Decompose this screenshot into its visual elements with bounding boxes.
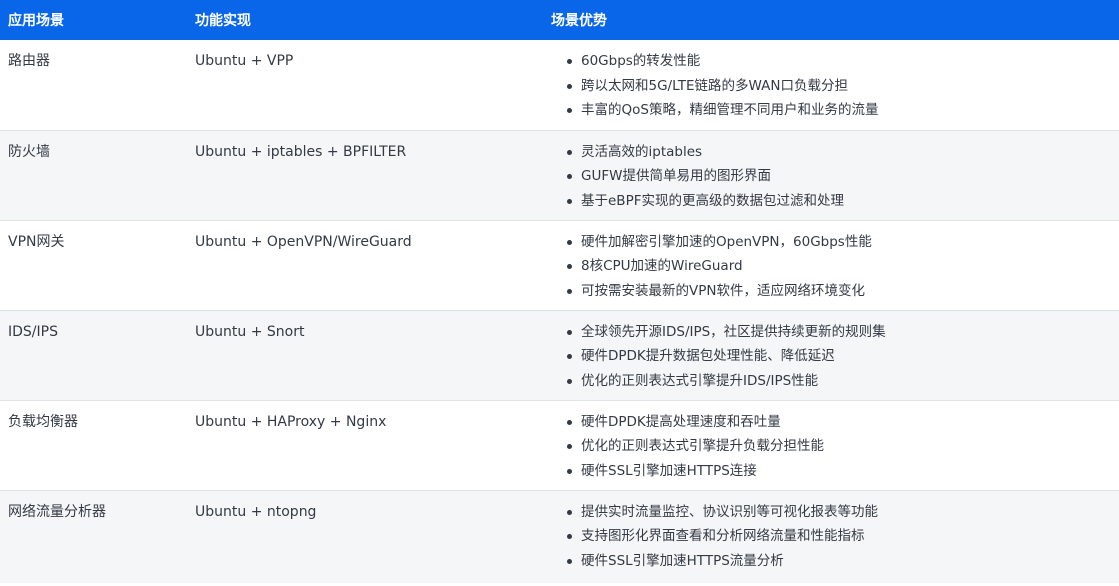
advantages-list: 60Gbps的转发性能 跨以太网和5G/LTE链路的多WAN口负载分担 丰富的Q… [563,52,1119,119]
scenario-cell: 防火墙 [8,143,50,160]
list-item: 硬件DPDK提高处理速度和吞吐量 [567,413,1119,431]
implementation-cell: Ubuntu + OpenVPN/WireGuard [195,233,412,250]
advantages-list: 硬件加解密引擎加速的OpenVPN，60Gbps性能 8核CPU加速的WireG… [563,233,1119,300]
advantages-list: 灵活高效的iptables GUFW提供简单易用的图形界面 基于eBPF实现的更… [563,143,1119,210]
bullet-icon [567,149,572,155]
bullet-icon [567,354,572,359]
table-row: VPN网关 Ubuntu + OpenVPN/WireGuard 硬件加解密引擎… [0,220,1119,310]
bullet-icon [567,83,572,89]
bullet-icon [567,288,572,294]
bullet-icon [567,108,572,113]
list-item: 硬件SSL引擎加速HTTPS流量分析 [567,552,1119,570]
list-item: 硬件加解密引擎加速的OpenVPN，60Gbps性能 [567,233,1119,251]
list-item: 可按需安装最新的VPN软件，适应网络环境变化 [567,282,1119,300]
header-scenario: 应用场景 [8,13,64,29]
implementation-cell: Ubuntu + ntopng [195,503,317,520]
table-row: 路由器 Ubuntu + VPP 60Gbps的转发性能 跨以太网和5G/LTE… [0,40,1119,130]
header-advantages: 场景优势 [551,13,607,29]
advantages-cell: 灵活高效的iptables GUFW提供简单易用的图形界面 基于eBPF实现的更… [543,130,1119,220]
list-item: 60Gbps的转发性能 [567,52,1119,70]
bullet-icon [567,378,572,384]
advantages-cell: 全球领先开源IDS/IPS，社区提供持续更新的规则集 硬件DPDK提升数据包处理… [543,310,1119,400]
bullet-icon [567,444,572,449]
scenario-cell: 路由器 [8,53,50,69]
list-item: 优化的正则表达式引擎提升IDS/IPS性能 [567,372,1119,390]
bullet-icon [567,174,572,179]
list-item: 优化的正则表达式引擎提升负载分担性能 [567,437,1119,455]
list-item: 灵活高效的iptables [567,143,1119,161]
bullet-icon [567,419,572,425]
list-item: GUFW提供简单易用的图形界面 [567,167,1119,185]
scenario-cell: IDS/IPS [8,323,58,340]
list-item: 硬件SSL引擎加速HTTPS连接 [567,462,1119,480]
table-row: 负载均衡器 Ubuntu + HAProxy + Nginx 硬件DPDK提高处… [0,400,1119,490]
list-item: 8核CPU加速的WireGuard [567,257,1119,275]
bullet-icon [567,534,572,539]
advantages-list: 硬件DPDK提高处理速度和吞吐量 优化的正则表达式引擎提升负载分担性能 硬件SS… [563,413,1119,480]
list-item: 硬件DPDK提升数据包处理性能、降低延迟 [567,347,1119,365]
list-item: 基于eBPF实现的更高级的数据包过滤和处理 [567,192,1119,210]
bullet-icon [567,198,572,204]
table-row: 防火墙 Ubuntu + iptables + BPFILTER 灵活高效的ip… [0,130,1119,220]
advantages-list: 全球领先开源IDS/IPS，社区提供持续更新的规则集 硬件DPDK提升数据包处理… [563,323,1119,390]
advantages-cell: 60Gbps的转发性能 跨以太网和5G/LTE链路的多WAN口负载分担 丰富的Q… [543,40,1119,130]
advantages-cell: 硬件DPDK提高处理速度和吞吐量 优化的正则表达式引擎提升负载分担性能 硬件SS… [543,400,1119,490]
implementation-cell: Ubuntu + VPP [195,53,294,69]
table-header: 应用场景 功能实现 场景优势 [0,0,1119,40]
advantages-cell: 硬件加解密引擎加速的OpenVPN，60Gbps性能 8核CPU加速的WireG… [543,220,1119,310]
header-implementation: 功能实现 [195,13,251,29]
bullet-icon [567,509,572,515]
implementation-cell: Ubuntu + HAProxy + Nginx [195,413,387,430]
table-row: IDS/IPS Ubuntu + Snort 全球领先开源IDS/IPS，社区提… [0,310,1119,400]
scenario-table: 应用场景 功能实现 场景优势 路由器 Ubuntu + VPP 60Gbps的转… [0,0,1119,583]
list-item: 跨以太网和5G/LTE链路的多WAN口负载分担 [567,77,1119,95]
scenario-cell: 负载均衡器 [8,413,78,430]
bullet-icon [567,329,572,335]
implementation-cell: Ubuntu + iptables + BPFILTER [195,143,407,160]
bullet-icon [567,239,572,245]
bullet-icon [567,59,572,64]
scenario-cell: 网络流量分析器 [8,503,106,520]
advantages-cell: 提供实时流量监控、协议识别等可视化报表等功能 支持图形化界面查看和分析网络流量和… [543,490,1119,583]
list-item: 支持图形化界面查看和分析网络流量和性能指标 [567,527,1119,545]
bullet-icon [567,558,572,564]
scenario-cell: VPN网关 [8,233,65,250]
advantages-list: 提供实时流量监控、协议识别等可视化报表等功能 支持图形化界面查看和分析网络流量和… [563,503,1119,570]
table-body: 路由器 Ubuntu + VPP 60Gbps的转发性能 跨以太网和5G/LTE… [0,40,1119,583]
list-item: 丰富的QoS策略，精细管理不同用户和业务的流量 [567,101,1119,119]
implementation-cell: Ubuntu + Snort [195,323,305,340]
bullet-icon [567,264,572,269]
bullet-icon [567,468,572,474]
list-item: 提供实时流量监控、协议识别等可视化报表等功能 [567,503,1119,521]
header-row: 应用场景 功能实现 场景优势 [0,0,1119,40]
list-item: 全球领先开源IDS/IPS，社区提供持续更新的规则集 [567,323,1119,341]
table-row: 网络流量分析器 Ubuntu + ntopng 提供实时流量监控、协议识别等可视… [0,490,1119,583]
